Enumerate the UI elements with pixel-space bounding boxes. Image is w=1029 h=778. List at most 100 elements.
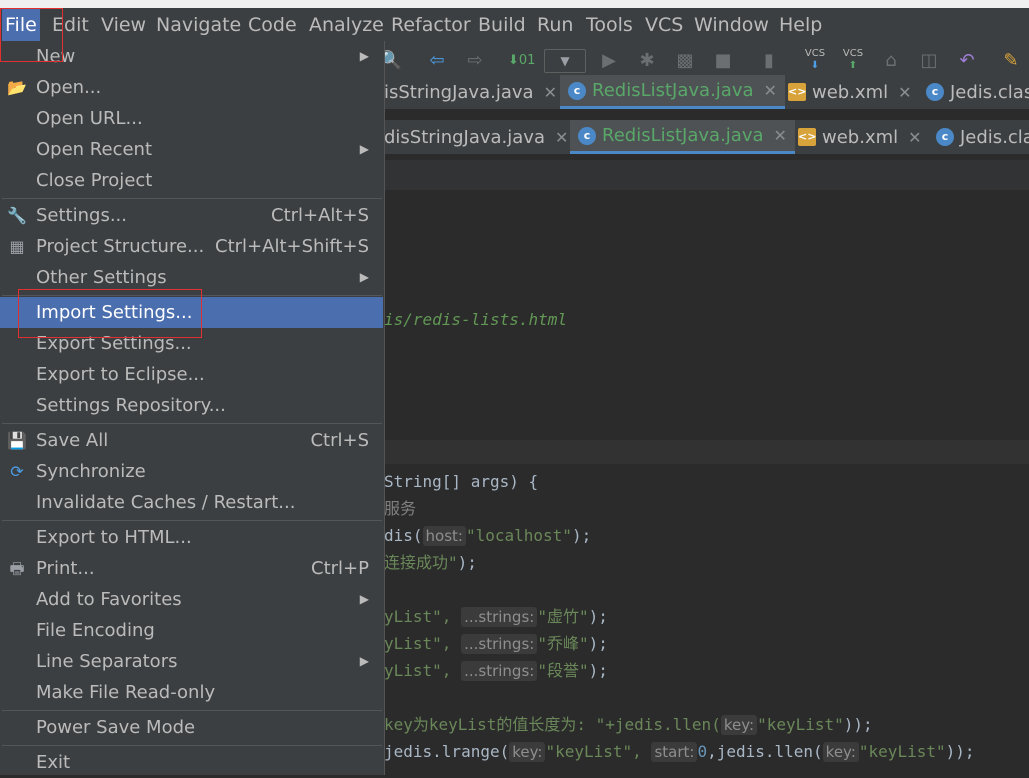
submenu-arrow-icon: ▶ bbox=[359, 49, 369, 63]
tab-web-xml[interactable]: <> web.xml ✕ bbox=[788, 75, 912, 109]
menu-refactor[interactable]: Refactor bbox=[388, 8, 474, 42]
tab-redis-string-java[interactable]: isStringJava.java ✕ bbox=[384, 75, 557, 109]
menu-help[interactable]: Help bbox=[776, 8, 825, 42]
close-icon[interactable]: ✕ bbox=[555, 128, 568, 147]
java-class-icon: c bbox=[578, 126, 596, 145]
tab-label: RedisListJava.java bbox=[602, 125, 764, 146]
menu-item-print[interactable]: 🖶 Print... Ctrl+P bbox=[0, 553, 383, 584]
back-arrow-icon[interactable]: ⇦ bbox=[424, 48, 450, 74]
menu-item-project-structure[interactable]: ▦ Project Structure... Ctrl+Alt+Shift+S bbox=[0, 231, 383, 262]
code-string: yList", bbox=[384, 661, 452, 680]
code-string: 连接成功" bbox=[384, 553, 458, 572]
tab-label: web.xml bbox=[812, 81, 889, 103]
tab-jedis-class[interactable]: c Jedis.clas bbox=[926, 75, 1029, 109]
menu-file[interactable]: File bbox=[2, 8, 40, 42]
tab-web-xml[interactable]: <> web.xml ✕ bbox=[798, 120, 922, 154]
menu-item-shortcut: Ctrl+Alt+S bbox=[271, 205, 369, 226]
menu-item-close-project[interactable]: Close Project bbox=[0, 165, 383, 196]
menu-item-open-recent[interactable]: Open Recent ▶ bbox=[0, 134, 383, 165]
tab-label: Jedis.cla bbox=[960, 126, 1029, 148]
revert-icon[interactable]: ↶ bbox=[954, 48, 980, 74]
menu-item-export-eclipse[interactable]: Export to Eclipse... bbox=[0, 359, 383, 390]
vcs-compare-icon[interactable]: ◫ bbox=[916, 48, 942, 74]
tab-redis-string-java[interactable]: disStringJava.java ✕ bbox=[384, 120, 568, 154]
xml-file-icon: <> bbox=[788, 83, 806, 101]
vcs-commit-icon[interactable]: VCS ⬆ bbox=[840, 48, 866, 74]
menu-item-label: Print... bbox=[36, 558, 95, 579]
menu-item-label: Import Settings... bbox=[36, 302, 193, 323]
java-class-icon: c bbox=[936, 128, 954, 146]
code-string: yList", bbox=[384, 607, 452, 626]
menu-item-save-all[interactable]: 💾 Save All Ctrl+S bbox=[0, 425, 383, 456]
menu-item-new[interactable]: New ▶ bbox=[0, 41, 383, 72]
menu-item-file-encoding[interactable]: File Encoding bbox=[0, 615, 383, 646]
vcs-history-icon[interactable]: ⌂ bbox=[878, 48, 904, 74]
current-line-highlight bbox=[384, 440, 1029, 464]
code-line-lpush-1: yList", ...strings: "虚竹"); bbox=[384, 605, 608, 629]
code-line-lpush-3: yList", ...strings: "段誉"); bbox=[384, 659, 608, 683]
menu-build[interactable]: Build bbox=[475, 8, 529, 42]
menu-item-invalidate-caches[interactable]: Invalidate Caches / Restart... bbox=[0, 487, 383, 518]
close-icon[interactable]: ✕ bbox=[898, 83, 911, 102]
menu-item-export-settings[interactable]: Export Settings... bbox=[0, 328, 383, 359]
menu-item-export-html[interactable]: Export to HTML... bbox=[0, 522, 383, 553]
menu-item-settings[interactable]: 🔧 Settings... Ctrl+Alt+S bbox=[0, 200, 383, 231]
coverage-icon[interactable]: ▩ bbox=[672, 48, 698, 74]
menu-item-power-save[interactable]: Power Save Mode bbox=[0, 712, 383, 743]
menu-item-open-url[interactable]: Open URL... bbox=[0, 103, 383, 134]
stop-icon[interactable]: ■ bbox=[710, 48, 736, 74]
vcs-update-icon[interactable]: VCS ⬇ bbox=[802, 48, 828, 74]
run-config-dropdown[interactable]: ▼ bbox=[544, 49, 586, 73]
menu-item-synchronize[interactable]: ⟳ Synchronize bbox=[0, 456, 383, 487]
menu-item-label: Open Recent bbox=[36, 139, 153, 160]
param-hint-key: key: bbox=[509, 742, 546, 762]
menu-vcs[interactable]: VCS bbox=[642, 8, 686, 42]
run-icon[interactable]: ▶ bbox=[596, 48, 622, 74]
menu-item-label: Exit bbox=[36, 752, 71, 773]
tab-redis-list-java[interactable]: c RedisListJava.java ✕ bbox=[570, 120, 795, 154]
settings-wrench-icon[interactable]: ✎ bbox=[998, 48, 1024, 74]
code-number: 0 bbox=[697, 742, 708, 761]
menu-item-label: File Encoding bbox=[36, 620, 155, 641]
close-icon[interactable]: ✕ bbox=[774, 126, 787, 145]
menu-run[interactable]: Run bbox=[534, 8, 576, 42]
tab-redis-list-java[interactable]: c RedisListJava.java ✕ bbox=[560, 75, 785, 109]
build-icon[interactable]: ⬇01 bbox=[508, 48, 535, 74]
device-icon[interactable]: ▮ bbox=[756, 48, 782, 74]
editor-tabs-row-2: disStringJava.java ✕ c RedisListJava.java ✕… bbox=[384, 120, 1029, 155]
menu-separator bbox=[2, 520, 382, 521]
code-string: "keyList", bbox=[545, 742, 642, 761]
menu-edit[interactable]: Edit bbox=[49, 8, 92, 42]
menu-item-label: New bbox=[36, 46, 76, 67]
param-hint-key: key: bbox=[822, 742, 859, 762]
tab-jedis-class[interactable]: c Jedis.cla bbox=[936, 120, 1029, 154]
menu-tools[interactable]: Tools bbox=[583, 8, 636, 42]
close-icon[interactable]: ✕ bbox=[544, 83, 557, 102]
code-text: )); bbox=[945, 742, 975, 761]
menu-item-add-favorites[interactable]: Add to Favorites ▶ bbox=[0, 584, 383, 615]
code-string: "段誉" bbox=[537, 661, 589, 680]
code-text: ); bbox=[588, 607, 608, 626]
menu-item-exit[interactable]: Exit bbox=[0, 747, 383, 778]
print-icon: 🖶 bbox=[9, 559, 25, 578]
menu-item-line-separators[interactable]: Line Separators ▶ bbox=[0, 646, 383, 677]
close-icon[interactable]: ✕ bbox=[764, 81, 777, 100]
menu-window[interactable]: Window bbox=[691, 8, 772, 42]
menu-view[interactable]: View bbox=[98, 8, 149, 42]
debug-icon[interactable]: ✱ bbox=[634, 48, 660, 74]
code-string: "keyList" bbox=[858, 742, 946, 761]
menu-item-import-settings[interactable]: Import Settings... bbox=[0, 297, 383, 328]
editor-tabs-row-1: isStringJava.java ✕ c RedisListJava.java ✕ … bbox=[384, 75, 1029, 110]
menu-item-other-settings[interactable]: Other Settings ▶ bbox=[0, 262, 383, 293]
param-hint-host: host: bbox=[422, 526, 466, 546]
menu-item-settings-repository[interactable]: Settings Repository... bbox=[0, 390, 383, 421]
forward-arrow-icon[interactable]: ⇨ bbox=[462, 48, 488, 74]
close-icon[interactable]: ✕ bbox=[908, 128, 921, 147]
menu-item-make-read-only[interactable]: Make File Read-only bbox=[0, 677, 383, 708]
menu-item-open[interactable]: 📂 Open... bbox=[0, 72, 383, 103]
menu-code[interactable]: Code bbox=[245, 8, 300, 42]
param-hint-key: key: bbox=[720, 715, 758, 735]
menu-analyze[interactable]: Analyze bbox=[306, 8, 387, 42]
menu-navigate[interactable]: Navigate bbox=[153, 8, 244, 42]
code-text: ); bbox=[588, 661, 608, 680]
